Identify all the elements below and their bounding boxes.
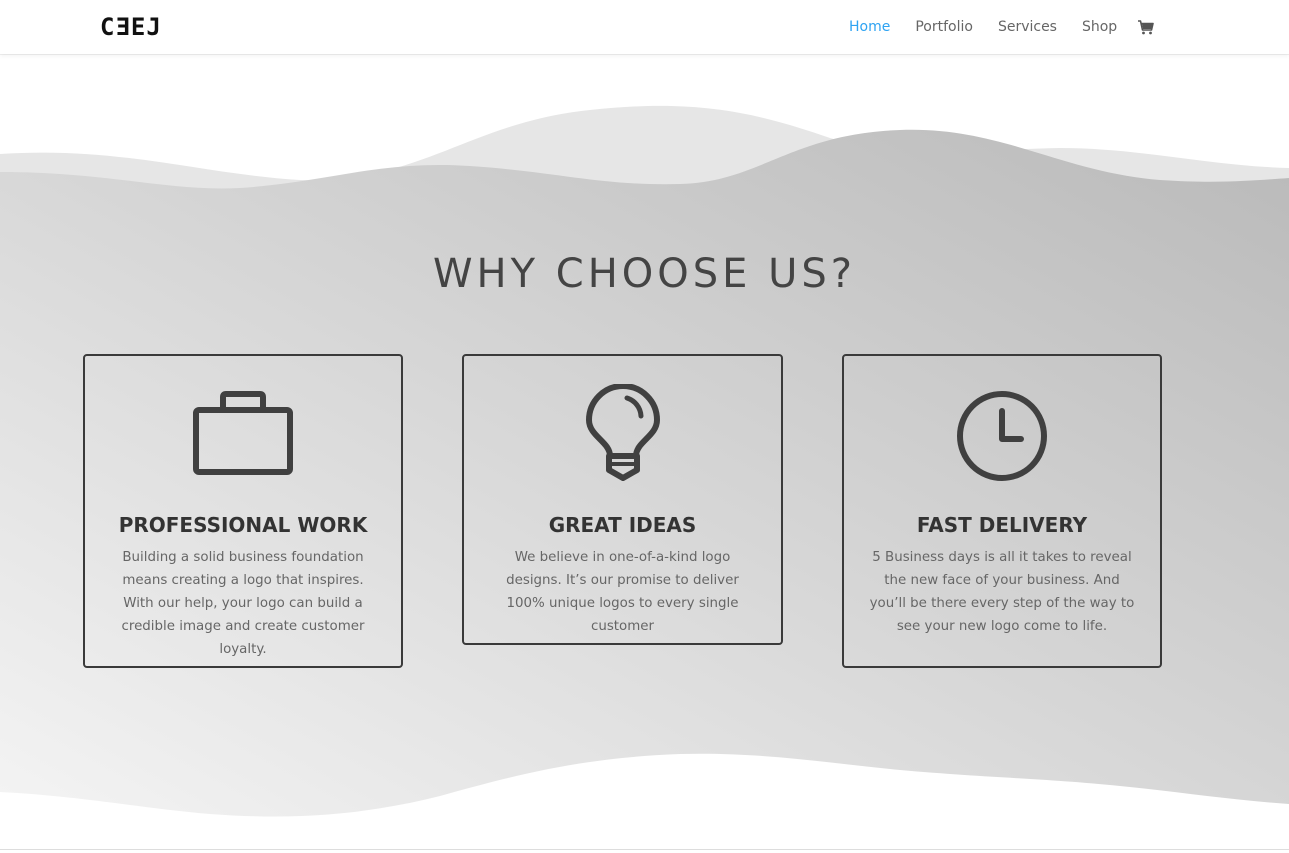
- shopping-cart-icon[interactable]: [1137, 18, 1155, 36]
- briefcase-icon: [193, 390, 293, 484]
- lightbulb-icon: [583, 383, 663, 488]
- feature-card-fast-delivery: FAST DELIVERY 5 Business days is all it …: [842, 354, 1162, 668]
- card-text: We believe in one-of-a-kind logo designs…: [506, 550, 739, 634]
- nav-item-services[interactable]: Services: [998, 18, 1057, 36]
- footer-divider: [0, 849, 1289, 850]
- why-choose-us-section: WHY CHOOSE US? PROFESSIONAL WORK Buildin…: [0, 54, 1289, 849]
- main-nav: Home Portfolio Services Shop: [849, 18, 1155, 36]
- site-header: CƎEJ Home Portfolio Services Shop: [0, 0, 1289, 54]
- clock-icon: [955, 389, 1049, 487]
- card-title: GREAT IDEAS: [548, 513, 697, 537]
- card-title: PROFESSIONAL WORK: [118, 513, 368, 537]
- section-heading: WHY CHOOSE US?: [432, 251, 857, 297]
- site-logo[interactable]: CƎEJ: [100, 14, 162, 40]
- card-title: FAST DELIVERY: [916, 513, 1088, 537]
- feature-card-professional-work: PROFESSIONAL WORK Building a solid busin…: [83, 354, 403, 668]
- card-text: Building a solid business foundation mea…: [121, 550, 365, 657]
- feature-card-great-ideas: GREAT IDEAS We believe in one-of-a-kind …: [462, 354, 783, 645]
- nav-item-home[interactable]: Home: [849, 18, 890, 36]
- nav-item-shop[interactable]: Shop: [1082, 18, 1117, 36]
- nav-item-portfolio[interactable]: Portfolio: [915, 18, 973, 36]
- card-text: 5 Business days is all it takes to revea…: [869, 550, 1135, 634]
